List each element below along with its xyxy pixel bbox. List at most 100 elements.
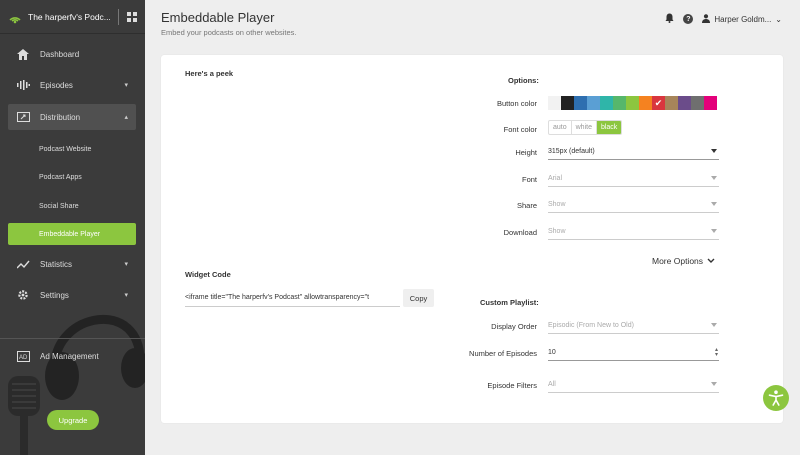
font-color-label: Font color (503, 125, 537, 134)
chevron-down-icon: ⌄ (775, 14, 782, 24)
page-subtitle: Embed your podcasts on other websites. (161, 28, 297, 37)
sidebar-subitem-label: Podcast Website (39, 145, 92, 153)
user-menu[interactable]: Harper Goldm... ⌄ (702, 13, 782, 25)
sidebar-item-episodes[interactable]: Episodes ▾ (8, 72, 136, 98)
sidebar-item-distribution[interactable]: Distribution ▴ (8, 104, 136, 130)
sidebar-item-statistics[interactable]: Statistics ▾ (8, 251, 136, 277)
font-value: Arial (548, 175, 563, 182)
color-swatch[interactable] (678, 96, 691, 110)
share-value: Show (548, 201, 566, 208)
sidebar-header: The harperfv's Podc... (0, 0, 145, 34)
download-value: Show (548, 228, 566, 235)
user-name: Harper Goldm... (714, 14, 772, 24)
podcast-logo-icon (8, 10, 22, 24)
num-episodes-value: 10 (548, 349, 556, 356)
microphone-illustration (8, 376, 40, 455)
share-screen-icon (16, 111, 30, 123)
more-options-toggle[interactable]: More Options (652, 256, 715, 266)
color-swatch[interactable] (626, 96, 639, 110)
color-swatch[interactable] (548, 96, 561, 110)
button-color-label: Button color (496, 99, 537, 108)
height-label: Height (515, 148, 537, 157)
embed-player-card: Here's a peek Options: Button color ✔ Fo… (161, 55, 783, 423)
more-options-label: More Options (652, 256, 704, 266)
color-swatch[interactable]: ✔ (652, 96, 665, 110)
sidebar-subitem-social-share[interactable]: Social Share (8, 195, 136, 217)
height-value: 315px (default) (548, 148, 595, 155)
download-select[interactable]: Show (548, 224, 719, 240)
user-icon (702, 13, 711, 25)
episode-filters-select[interactable]: All (548, 377, 719, 393)
trend-icon (16, 258, 30, 270)
checkmark-icon: ✔ (654, 97, 663, 108)
divider (0, 338, 145, 339)
page-title: Embeddable Player (161, 10, 275, 25)
font-label: Font (521, 175, 537, 184)
sidebar-subitem-label: Embeddable Player (39, 230, 101, 238)
dropdown-arrow-icon (711, 323, 717, 327)
color-swatch[interactable] (561, 96, 574, 110)
gear-icon (16, 289, 30, 301)
color-swatch[interactable] (574, 96, 587, 110)
apps-grid-icon[interactable] (127, 11, 137, 22)
sidebar-subitem-label: Social Share (39, 202, 79, 210)
color-swatch[interactable] (587, 96, 600, 110)
height-select[interactable]: 315px (default) (548, 144, 719, 160)
widget-code-field[interactable]: <iframe title="The harperfv's Podcast" a… (185, 289, 400, 307)
dropdown-arrow-icon (711, 229, 717, 233)
sidebar: The harperfv's Podc... Dashboard Episode… (0, 0, 145, 455)
font-color-option-black[interactable]: black (596, 121, 622, 134)
share-select[interactable]: Show (548, 197, 719, 213)
font-color-option-white[interactable]: white (572, 121, 597, 134)
share-label: Share (516, 201, 537, 210)
options-heading: Options: (508, 76, 539, 85)
font-select[interactable]: Arial (548, 171, 719, 187)
chevron-down-icon (707, 258, 715, 263)
sidebar-item-dashboard[interactable]: Dashboard (8, 41, 136, 67)
sidebar-item-label: Ad Management (40, 351, 99, 361)
stepper-arrows-icon[interactable]: ▴ ▾ (715, 347, 718, 358)
sidebar-subitem-podcast-website[interactable]: Podcast Website (8, 138, 136, 160)
episode-filters-value: All (548, 381, 556, 388)
sidebar-item-ad-management[interactable]: AD Ad Management (8, 343, 136, 369)
upgrade-button[interactable]: Upgrade (47, 410, 99, 430)
sidebar-subitem-podcast-apps[interactable]: Podcast Apps (8, 166, 136, 188)
chevron-up-icon: ▴ (124, 114, 128, 121)
ad-icon: AD (16, 350, 30, 362)
color-swatch[interactable] (600, 96, 613, 110)
download-label: Download (503, 228, 537, 237)
bell-icon[interactable] (665, 13, 674, 25)
help-icon[interactable]: ? (683, 14, 694, 24)
widget-code-heading: Widget Code (185, 270, 231, 279)
display-order-value: Episodic (From New to Old) (548, 322, 634, 329)
num-episodes-label: Number of Episodes (469, 349, 537, 358)
dropdown-arrow-icon (711, 149, 717, 153)
color-swatch[interactable] (639, 96, 652, 110)
color-swatch[interactable] (704, 96, 717, 110)
accessibility-icon[interactable] (763, 385, 789, 411)
dropdown-arrow-icon (711, 176, 717, 180)
color-swatch[interactable] (691, 96, 704, 110)
headphones-illustration (45, 315, 145, 400)
font-color-toggle: auto white black (548, 120, 623, 135)
chevron-down-icon: ▾ (124, 261, 128, 268)
display-order-select[interactable]: Episodic (From New to Old) (548, 318, 719, 334)
custom-playlist-heading: Custom Playlist: (480, 298, 539, 307)
sidebar-item-label: Dashboard (40, 49, 80, 59)
divider (118, 8, 119, 25)
sidebar-item-label: Episodes (40, 80, 73, 90)
button-color-swatches: ✔ (548, 96, 717, 110)
color-swatch[interactable] (613, 96, 626, 110)
podcast-title[interactable]: The harperfv's Podc... (28, 12, 110, 22)
sidebar-subitem-label: Podcast Apps (39, 173, 82, 181)
episode-filters-label: Episode Filters (487, 381, 537, 390)
dropdown-arrow-icon (711, 382, 717, 386)
display-order-label: Display Order (491, 322, 537, 331)
num-episodes-stepper[interactable]: 10 ▴ ▾ (548, 345, 719, 361)
color-swatch[interactable] (665, 96, 678, 110)
chevron-down-icon: ▾ (124, 82, 128, 89)
copy-button[interactable]: Copy (403, 289, 434, 307)
sidebar-subitem-embeddable-player[interactable]: Embeddable Player (8, 223, 136, 245)
dropdown-arrow-icon (711, 202, 717, 206)
font-color-option-auto[interactable]: auto (549, 121, 572, 134)
